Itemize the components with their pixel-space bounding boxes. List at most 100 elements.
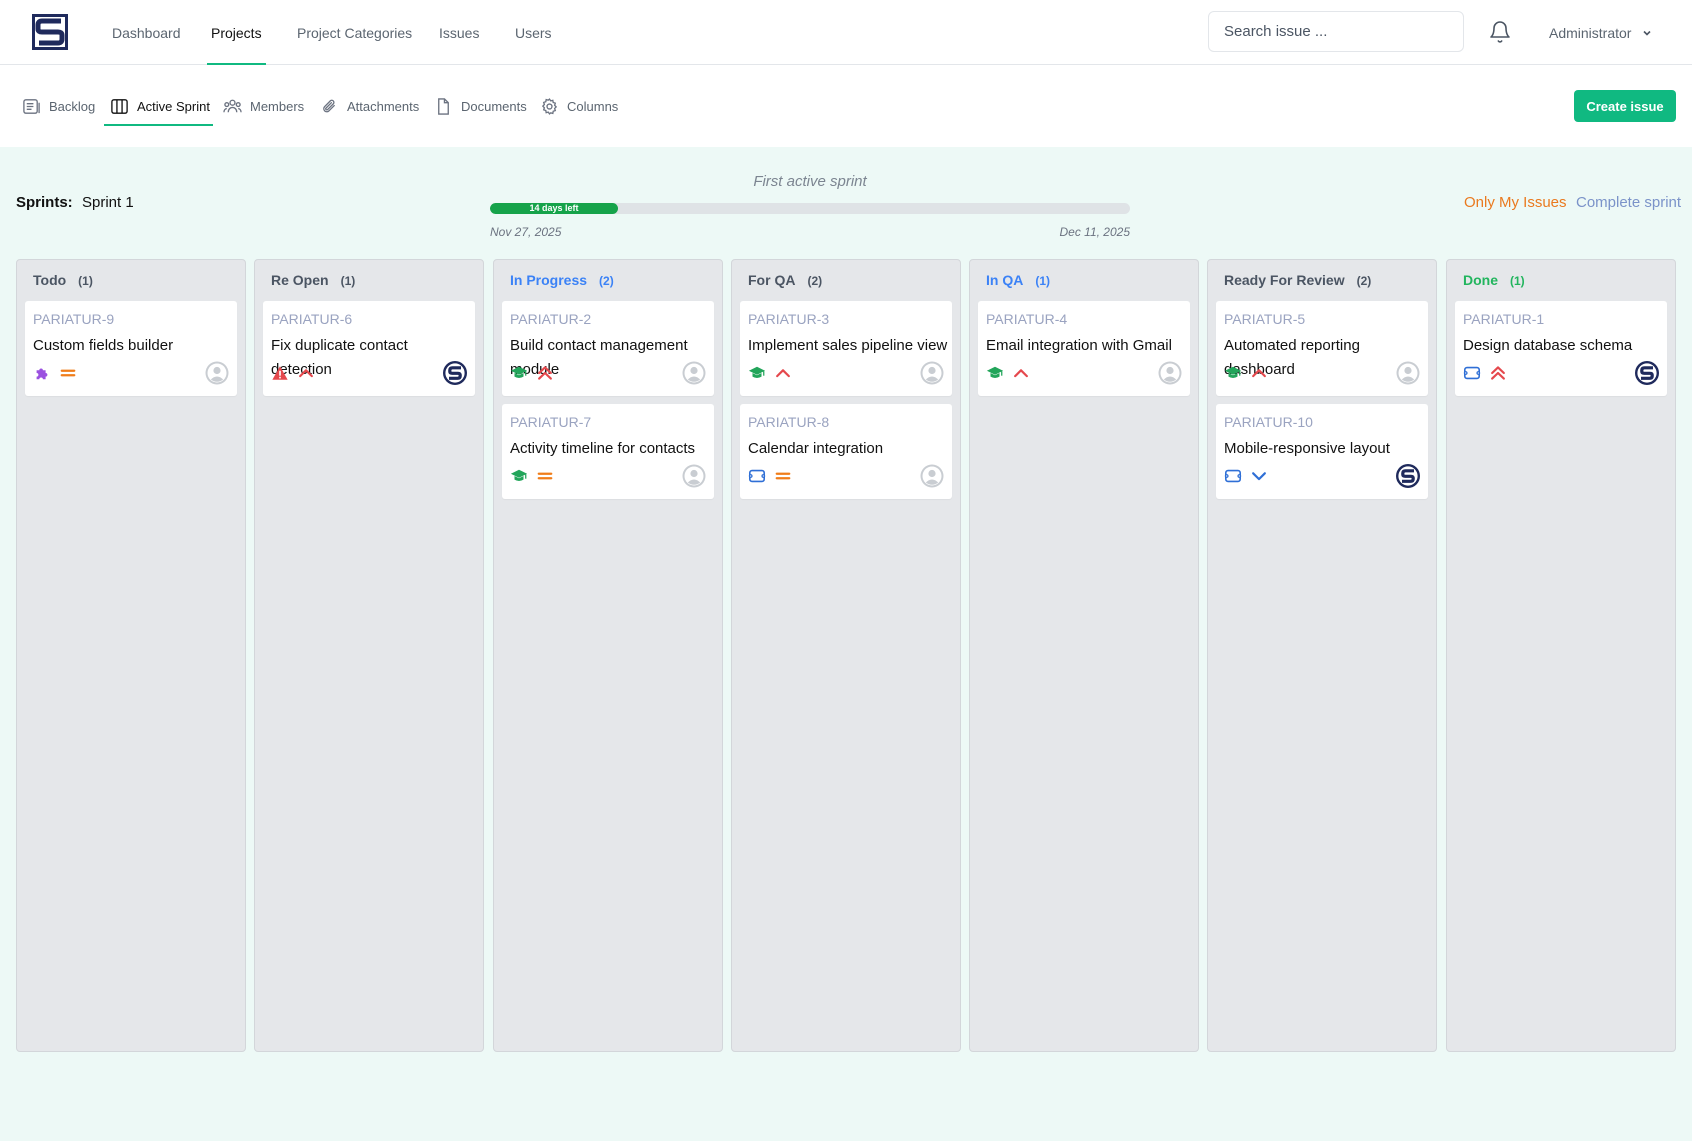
sprints-label: Sprints:: [16, 194, 73, 211]
board-column: In Progress (2) PARIATUR-2 Build contact ma…: [493, 259, 723, 1052]
column-count: (1): [340, 274, 356, 288]
story-icon: [510, 469, 528, 481]
admin-avatar-icon[interactable]: [443, 361, 467, 385]
issue-card[interactable]: PARIATUR-8 Calendar integration: [740, 404, 952, 499]
assignee-avatar[interactable]: [1158, 361, 1182, 385]
column-count: (2): [807, 274, 823, 288]
tab-attachments-label: Attachments: [347, 98, 420, 114]
assignee-avatar[interactable]: [1396, 361, 1420, 385]
tab-active-sprint-label: Active Sprint: [137, 98, 210, 114]
issue-card[interactable]: PARIATUR-2 Build contact management modul…: [502, 301, 714, 396]
default-avatar-icon[interactable]: [682, 361, 706, 385]
user-menu[interactable]: Administrator: [1549, 0, 1653, 65]
assignee-avatar[interactable]: [682, 361, 706, 385]
issue-title: Mobile-responsive layout: [1224, 440, 1390, 457]
issue-icons: [271, 364, 315, 382]
nav-issues[interactable]: Issues: [439, 0, 479, 65]
board-column: In QA (1) PARIATUR-4 Email integration with…: [969, 259, 1199, 1052]
column-header: Todo (1): [33, 272, 93, 288]
assignee-avatar[interactable]: [920, 464, 944, 488]
tab-attachments[interactable]: Attachments: [320, 86, 419, 126]
complete-sprint-link[interactable]: Complete sprint: [1576, 194, 1681, 211]
column-title: Ready For Review: [1224, 272, 1345, 288]
issue-card[interactable]: PARIATUR-7 Activity timeline for contacts: [502, 404, 714, 499]
admin-avatar-icon[interactable]: [1635, 361, 1659, 385]
backlog-icon: [23, 98, 40, 114]
issue-key[interactable]: PARIATUR-2: [510, 311, 591, 327]
priority-high-icon: [1252, 369, 1266, 378]
issue-key[interactable]: PARIATUR-3: [748, 311, 829, 327]
board-column: For QA (2) PARIATUR-3 Implement sales pipel…: [731, 259, 961, 1052]
tab-backlog[interactable]: Backlog: [22, 86, 95, 126]
story-icon: [748, 366, 766, 378]
issue-icons: [33, 364, 77, 382]
issue-key[interactable]: PARIATUR-5: [1224, 311, 1305, 327]
nav-project-categories[interactable]: Project Categories: [297, 0, 412, 65]
admin-avatar-icon[interactable]: [1396, 464, 1420, 488]
column-header: In QA (1): [986, 272, 1050, 288]
search-input[interactable]: [1208, 11, 1464, 52]
bell-icon[interactable]: [1488, 20, 1512, 44]
issue-card[interactable]: PARIATUR-1 Design database schema: [1455, 301, 1667, 396]
issue-key[interactable]: PARIATUR-1: [1463, 311, 1544, 327]
issue-key[interactable]: PARIATUR-8: [748, 414, 829, 430]
issue-icons: [1224, 467, 1268, 485]
priority-high-icon: [776, 369, 790, 378]
assignee-avatar[interactable]: [1635, 361, 1659, 385]
issue-icons: [1463, 364, 1507, 382]
sprint-selector[interactable]: Sprint 1: [82, 194, 134, 211]
assignee-avatar[interactable]: [920, 361, 944, 385]
default-avatar-icon[interactable]: [682, 464, 706, 488]
priority-medium-icon: [775, 472, 791, 480]
issue-key[interactable]: PARIATUR-10: [1224, 414, 1313, 430]
priority-highest-icon: [538, 366, 552, 380]
column-title: Todo: [33, 272, 67, 288]
issue-key[interactable]: PARIATUR-4: [986, 311, 1067, 327]
issue-card[interactable]: PARIATUR-4 Email integration with Gmail: [978, 301, 1190, 396]
nav-projects[interactable]: Projects: [207, 0, 266, 65]
board-column: Done (1) PARIATUR-1 Design database schema: [1446, 259, 1676, 1052]
default-avatar-icon[interactable]: [920, 361, 944, 385]
issue-card[interactable]: PARIATUR-10 Mobile-responsive layout: [1216, 404, 1428, 499]
issue-icons: [748, 364, 792, 382]
default-avatar-icon[interactable]: [205, 361, 229, 385]
members-icon: [223, 99, 242, 112]
nav-users[interactable]: Users: [515, 0, 552, 65]
issue-title: Email integration with Gmail: [986, 337, 1172, 354]
assignee-avatar[interactable]: [1396, 464, 1420, 488]
column-count: (2): [599, 274, 614, 288]
board-column: Re Open (1) PARIATUR-6 Fix duplicate contac…: [254, 259, 484, 1052]
assignee-avatar[interactable]: [682, 464, 706, 488]
create-issue-button[interactable]: Create issue: [1574, 90, 1676, 122]
only-my-issues-link[interactable]: Only My Issues: [1464, 194, 1567, 211]
issue-key[interactable]: PARIATUR-7: [510, 414, 591, 430]
nav-dashboard[interactable]: Dashboard: [112, 0, 181, 65]
priority-low-icon: [1252, 472, 1266, 481]
tab-columns-label: Columns: [567, 98, 619, 114]
assignee-avatar[interactable]: [443, 361, 467, 385]
story-icon: [510, 366, 528, 378]
sprint-start-date: Nov 27, 2025: [490, 225, 562, 239]
column-title: In QA: [986, 272, 1024, 288]
issue-key[interactable]: PARIATUR-6: [271, 311, 352, 327]
issue-key[interactable]: PARIATUR-9: [33, 311, 114, 327]
story-icon: [1224, 366, 1242, 378]
sprint-end-date: Dec 11, 2025: [1059, 225, 1131, 239]
issue-card[interactable]: PARIATUR-5 Automated reporting dashboard: [1216, 301, 1428, 396]
tab-columns[interactable]: Columns: [540, 86, 618, 126]
issue-icons: [1224, 364, 1268, 382]
tab-members[interactable]: Members: [223, 86, 304, 126]
issue-icons: [748, 467, 792, 485]
default-avatar-icon[interactable]: [1158, 361, 1182, 385]
default-avatar-icon[interactable]: [920, 464, 944, 488]
tab-active-sprint[interactable]: Active Sprint: [104, 86, 213, 126]
task-icon: [1463, 366, 1481, 380]
priority-medium-icon: [60, 369, 76, 377]
default-avatar-icon[interactable]: [1396, 361, 1420, 385]
issue-card[interactable]: PARIATUR-3 Implement sales pipeline view: [740, 301, 952, 396]
issue-card[interactable]: PARIATUR-9 Custom fields builder: [25, 301, 237, 396]
app-logo-icon[interactable]: [32, 14, 68, 50]
assignee-avatar[interactable]: [205, 361, 229, 385]
tab-documents[interactable]: Documents: [434, 86, 527, 126]
issue-card[interactable]: PARIATUR-6 Fix duplicate contact detectio…: [263, 301, 475, 396]
